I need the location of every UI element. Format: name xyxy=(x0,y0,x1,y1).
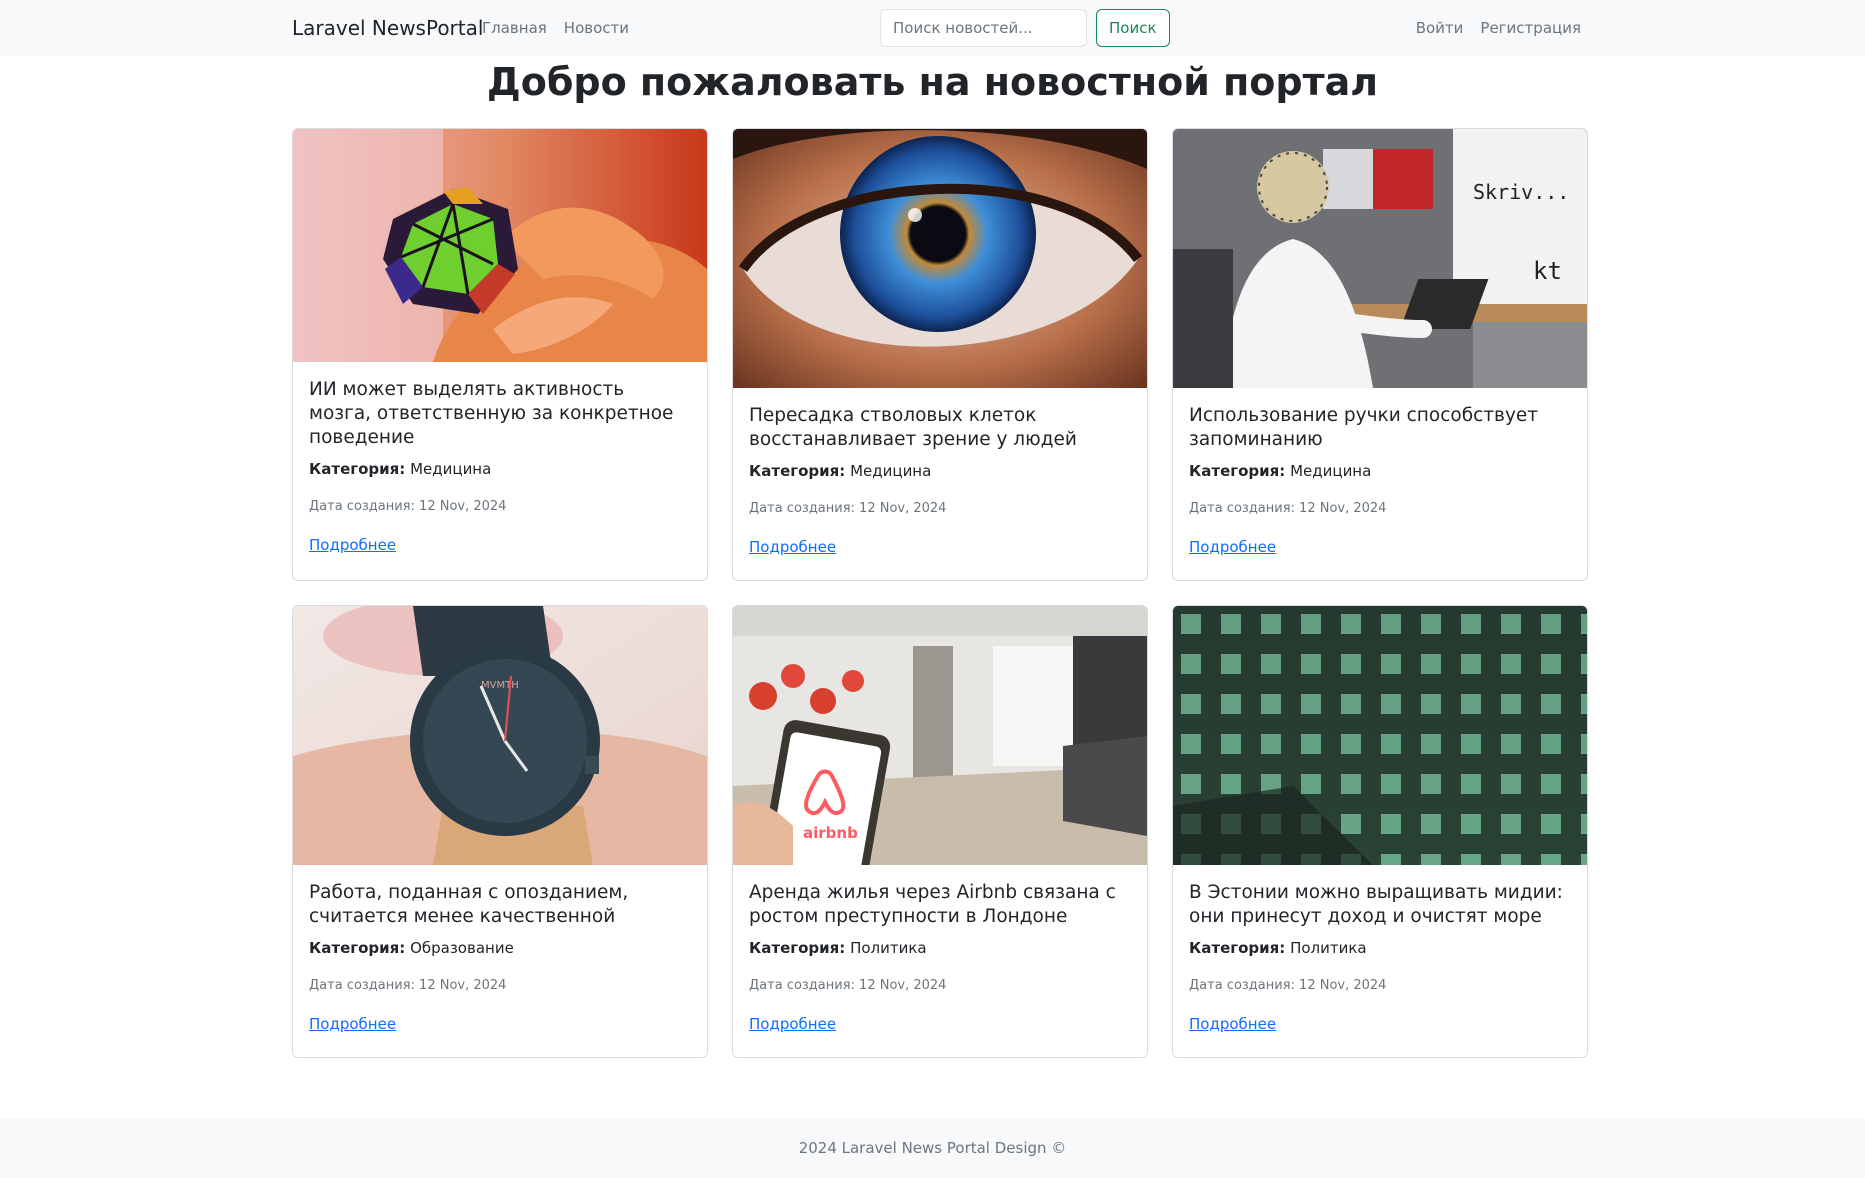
navbar: Laravel NewsPortal Главная Новости Поиск… xyxy=(0,0,1865,56)
category-value: Медицина xyxy=(1290,462,1372,480)
image-text: Skriv... xyxy=(1473,180,1569,204)
news-card-category: Категория: Медицина xyxy=(309,458,691,480)
news-card-date: Дата создания: 12 Nov, 2024 xyxy=(309,499,507,514)
news-card-category: Категория: Медицина xyxy=(749,460,1131,482)
eye-closeup-photo xyxy=(733,129,1147,388)
news-card-title: ИИ может выделять активность мозга, отве… xyxy=(309,379,674,448)
airbnb-apartment-photo: airbnb xyxy=(733,606,1147,865)
page-title: Добро пожаловать на новостной портал xyxy=(486,60,1379,104)
read-more-link[interactable]: Подробнее xyxy=(1189,1015,1276,1033)
image-text: kt xyxy=(1533,257,1562,285)
brand-link[interactable]: Laravel NewsPortal xyxy=(292,16,483,40)
news-card-title: Использование ручки способствует запомин… xyxy=(1189,405,1539,450)
category-label: Категория: xyxy=(749,462,846,480)
news-card-body: Аренда жилья через Airbnb связана с рост… xyxy=(733,865,1147,1033)
login-link[interactable]: Войти xyxy=(1416,19,1464,37)
read-more-link[interactable]: Подробнее xyxy=(749,538,836,556)
auth-links: Войти Регистрация xyxy=(1416,19,1581,37)
news-card: airbnb Аренда жилья через Airbnb связана… xyxy=(732,605,1148,1058)
news-card-category: Категория: Политика xyxy=(749,937,1131,959)
news-card-category: Категория: Медицина xyxy=(1189,460,1571,482)
read-more-link[interactable]: Подробнее xyxy=(309,536,396,554)
nav-link-home[interactable]: Главная xyxy=(482,19,547,37)
category-label: Категория: xyxy=(309,460,406,478)
news-card-category: Категория: Образование xyxy=(309,937,691,959)
category-value: Медицина xyxy=(850,462,932,480)
image-text: airbnb xyxy=(803,824,858,842)
eeg-cap-writing-photo: Skriv... kt xyxy=(1173,129,1587,388)
news-card-image: MVMTH xyxy=(293,606,707,865)
search-button[interactable]: Поиск xyxy=(1096,9,1170,47)
news-card-date: Дата создания: 12 Nov, 2024 xyxy=(309,978,507,993)
rubiks-megaminx-photo xyxy=(293,129,707,362)
news-card-image xyxy=(293,129,707,362)
category-value: Медицина xyxy=(410,460,492,478)
footer: 2024 Laravel News Portal Design © xyxy=(0,1118,1865,1178)
read-more-link[interactable]: Подробнее xyxy=(1189,538,1276,556)
news-card-title: В Эстонии можно выращивать мидии: они пр… xyxy=(1189,882,1563,927)
news-card-image xyxy=(733,129,1147,388)
news-card-title: Аренда жилья через Airbnb связана с рост… xyxy=(749,882,1116,927)
category-value: Политика xyxy=(850,939,927,957)
news-card-date: Дата создания: 12 Nov, 2024 xyxy=(1189,501,1387,516)
wristwatch-photo: MVMTH xyxy=(293,606,707,865)
category-label: Категория: xyxy=(749,939,846,957)
news-card-date: Дата создания: 12 Nov, 2024 xyxy=(1189,978,1387,993)
category-value: Образование xyxy=(410,939,514,957)
category-label: Категория: xyxy=(309,939,406,957)
news-card-category: Категория: Политика xyxy=(1189,937,1571,959)
news-card-image: airbnb xyxy=(733,606,1147,865)
nav-link-news[interactable]: Новости xyxy=(564,19,629,37)
news-card-body: Пересадка стволовых клеток восстанавлива… xyxy=(733,388,1147,556)
category-label: Категория: xyxy=(1189,462,1286,480)
read-more-link[interactable]: Подробнее xyxy=(309,1015,396,1033)
register-link[interactable]: Регистрация xyxy=(1480,19,1581,37)
news-card-title: Пересадка стволовых клеток восстанавлива… xyxy=(749,405,1077,450)
news-card-body: Использование ручки способствует запомин… xyxy=(1173,388,1587,556)
footer-text: 2024 Laravel News Portal Design © xyxy=(798,1139,1067,1157)
nav-links: Главная Новости xyxy=(482,19,629,37)
search-input[interactable] xyxy=(880,9,1087,47)
search-form: Поиск xyxy=(880,9,1170,47)
news-card-body: В Эстонии можно выращивать мидии: они пр… xyxy=(1173,865,1587,1033)
news-card-body: Работа, поданная с опозданием, считается… xyxy=(293,865,707,1033)
mussel-net-underwater-photo xyxy=(1173,606,1587,865)
news-card: MVMTH Работа, поданная с опозданием, счи… xyxy=(292,605,708,1058)
news-card-image: Skriv... kt xyxy=(1173,129,1587,388)
news-card-date: Дата создания: 12 Nov, 2024 xyxy=(749,501,947,516)
category-value: Политика xyxy=(1290,939,1367,957)
news-card-body: ИИ может выделять активность мозга, отве… xyxy=(293,362,707,554)
news-card-date: Дата создания: 12 Nov, 2024 xyxy=(749,978,947,993)
news-card-title: Работа, поданная с опозданием, считается… xyxy=(309,882,629,927)
category-label: Категория: xyxy=(1189,939,1286,957)
news-card-image xyxy=(1173,606,1587,865)
news-card: ИИ может выделять активность мозга, отве… xyxy=(292,128,708,581)
read-more-link[interactable]: Подробнее xyxy=(749,1015,836,1033)
news-card: Skriv... kt Использование ручки способст… xyxy=(1172,128,1588,581)
news-card: Пересадка стволовых клеток восстанавлива… xyxy=(732,128,1148,581)
news-card: В Эстонии можно выращивать мидии: они пр… xyxy=(1172,605,1588,1058)
image-text: MVMTH xyxy=(481,680,519,691)
